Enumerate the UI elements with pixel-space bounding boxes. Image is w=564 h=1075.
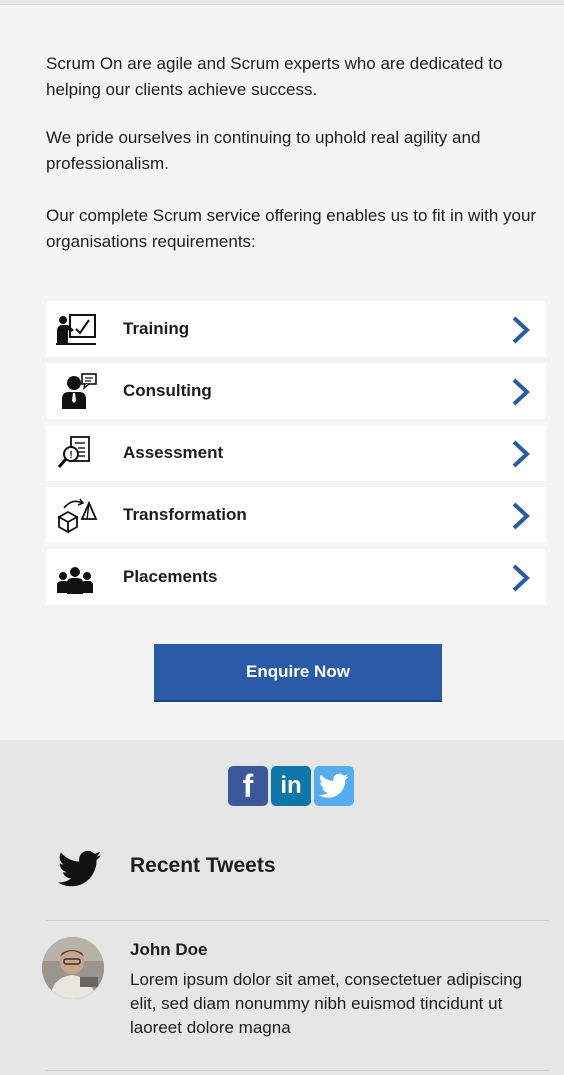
- twitter-icon[interactable]: [314, 766, 354, 806]
- service-label: Assessment: [123, 443, 224, 462]
- placements-icon: [57, 567, 93, 594]
- service-label: Placements: [123, 567, 218, 586]
- divider: [46, 920, 549, 921]
- twitter-bird-icon: [319, 773, 349, 798]
- svg-text:!: !: [69, 450, 72, 461]
- main-content: Scrum On are agile and Scrum experts who…: [0, 5, 564, 740]
- service-label: Consulting: [123, 381, 212, 400]
- intro-paragraph-3: Our complete Scrum service offering enab…: [46, 206, 537, 251]
- linkedin-icon[interactable]: in: [271, 766, 311, 806]
- service-item-transformation[interactable]: Transformation: [46, 487, 546, 543]
- tweet-author: John Doe: [130, 940, 208, 959]
- recent-tweets-heading: Recent Tweets: [130, 854, 276, 877]
- chevron-right-icon: [512, 316, 530, 344]
- services-list: Training Consulting ! Assessment Transfo…: [46, 301, 546, 611]
- assessment-icon: !: [57, 436, 90, 468]
- avatar-photo: [42, 937, 104, 999]
- service-item-assessment[interactable]: ! Assessment: [46, 425, 546, 481]
- footer: f in Recent Tweets John Doe Lorem ipsum …: [0, 740, 564, 1075]
- enquire-now-button[interactable]: Enquire Now: [154, 644, 442, 700]
- social-links: f in: [228, 766, 354, 806]
- service-item-training[interactable]: Training: [46, 301, 546, 357]
- chevron-right-icon: [512, 564, 530, 592]
- twitter-icon: [58, 850, 102, 887]
- transformation-icon: [57, 498, 98, 534]
- avatar: [42, 937, 104, 999]
- divider: [46, 1070, 549, 1071]
- chevron-right-icon: [512, 378, 530, 406]
- service-item-consulting[interactable]: Consulting: [46, 363, 546, 419]
- consulting-icon: [62, 373, 97, 409]
- training-icon: [56, 314, 96, 345]
- service-label: Transformation: [123, 505, 247, 524]
- service-label: Training: [123, 319, 190, 338]
- tweet-text: Lorem ipsum dolor sit amet, consectetuer…: [130, 970, 523, 1037]
- chevron-right-icon: [512, 502, 530, 530]
- intro-paragraph-1: Scrum On are agile and Scrum experts who…: [46, 54, 503, 99]
- chevron-right-icon: [512, 440, 530, 468]
- facebook-icon[interactable]: f: [228, 766, 268, 806]
- service-item-placements[interactable]: Placements: [46, 549, 546, 605]
- intro-paragraph-2: We pride ourselves in continuing to upho…: [46, 128, 481, 173]
